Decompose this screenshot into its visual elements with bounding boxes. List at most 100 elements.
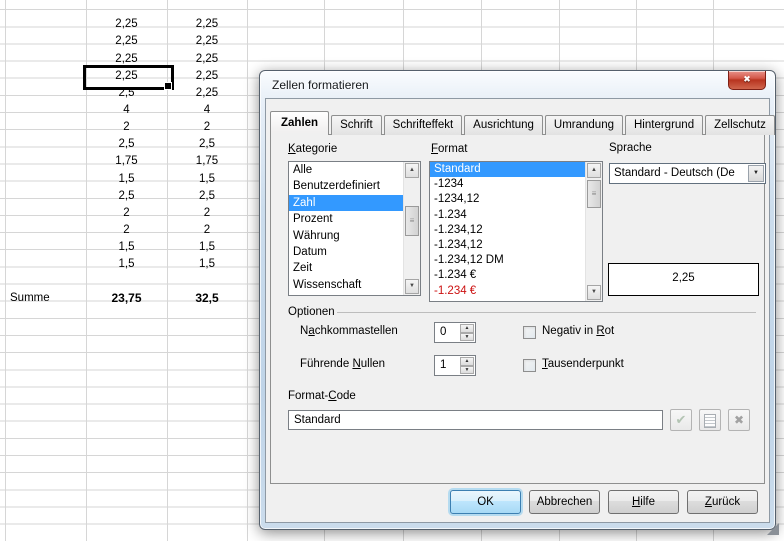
category-item[interactable]: Zahl xyxy=(289,195,403,211)
edit-comment-button[interactable] xyxy=(699,409,721,431)
options-group-label: Optionen xyxy=(288,306,335,318)
sheet-cell[interactable]: 2,5 xyxy=(86,136,167,153)
language-value: Standard - Deutsch (De xyxy=(614,164,747,183)
sheet-cell[interactable]: 1,5 xyxy=(86,256,167,273)
negative-red-checkbox[interactable] xyxy=(523,326,536,339)
chevron-down-icon[interactable]: ▼ xyxy=(748,165,764,182)
sheet-cell[interactable]: 1,75 xyxy=(86,153,167,170)
sheet-cell[interactable]: 2 xyxy=(167,119,247,136)
page-icon xyxy=(704,414,716,428)
selection-fill-handle[interactable] xyxy=(164,82,172,90)
confirm-button[interactable]: ✔ xyxy=(670,409,692,431)
leading-zeros-value: 1 xyxy=(440,356,446,375)
close-button[interactable]: ✖ xyxy=(728,71,766,90)
close-icon: ✖ xyxy=(743,74,751,84)
category-item[interactable]: Alle xyxy=(289,162,403,178)
sheet-cell[interactable]: 1,5 xyxy=(167,256,247,273)
sheet-cell[interactable]: 1,5 xyxy=(167,171,247,188)
tab-page-zahlen: Kategorie AlleBenutzerdefiniertZahlProze… xyxy=(270,134,765,484)
resize-grip[interactable] xyxy=(767,523,779,535)
scroll-down-icon[interactable]: ▼ xyxy=(405,279,419,294)
sheet-cell[interactable]: 2 xyxy=(86,222,167,239)
format-cells-dialog: Zellen formatieren ✖ ZahlenSchriftSchrif… xyxy=(259,70,776,530)
format-item[interactable]: -1.234 xyxy=(430,208,585,223)
language-label: Sprache xyxy=(609,142,652,154)
language-select[interactable]: Standard - Deutsch (De ▼ xyxy=(609,163,766,184)
cancel-button[interactable]: Abbrechen xyxy=(529,490,600,514)
format-item[interactable]: -1.234 € xyxy=(430,268,585,283)
tab-schrift[interactable]: Schrift xyxy=(331,115,382,135)
dialog-title: Zellen formatieren xyxy=(272,78,369,92)
category-item[interactable]: Prozent xyxy=(289,211,403,227)
sheet-cell[interactable]: 2,25 xyxy=(167,68,247,85)
scrollbar-thumb[interactable]: ≡ xyxy=(587,180,601,208)
category-item[interactable]: Benutzerdefiniert xyxy=(289,178,403,194)
scrollbar-thumb[interactable]: ≡ xyxy=(405,206,419,236)
sheet-cell[interactable]: 1,5 xyxy=(86,171,167,188)
thousands-label[interactable]: Tausenderpunkt xyxy=(542,358,624,370)
format-item[interactable]: -1.234,12 xyxy=(430,223,585,238)
format-item[interactable]: -1.234,12 xyxy=(430,238,585,253)
category-listbox[interactable]: AlleBenutzerdefiniertZahlProzentWährungD… xyxy=(288,161,421,296)
spin-down-icon[interactable]: ▼ xyxy=(460,366,474,375)
format-scrollbar[interactable]: ▲ ≡ ▼ xyxy=(585,162,602,301)
sheet-cell[interactable]: 2 xyxy=(167,222,247,239)
format-item[interactable]: -1234 xyxy=(430,177,585,192)
decimals-stepper[interactable]: 0 ▲ ▼ xyxy=(434,322,476,343)
format-item[interactable]: Standard xyxy=(430,162,585,177)
scroll-up-icon[interactable]: ▲ xyxy=(405,163,419,178)
sheet-cell[interactable]: 2,5 xyxy=(167,136,247,153)
scroll-down-icon[interactable]: ▼ xyxy=(587,285,601,300)
tab-umrandung[interactable]: Umrandung xyxy=(545,115,623,135)
x-icon: ✖ xyxy=(734,413,744,427)
grid-vline xyxy=(5,0,6,541)
help-button[interactable]: Hilfe xyxy=(608,490,679,514)
sheet-cell[interactable]: 2,25 xyxy=(167,33,247,50)
spin-up-icon[interactable]: ▲ xyxy=(460,357,474,366)
category-item[interactable]: Währung xyxy=(289,228,403,244)
tab-ausrichtung[interactable]: Ausrichtung xyxy=(464,115,543,135)
ok-button[interactable]: OK xyxy=(450,490,521,514)
sheet-cell[interactable]: 2 xyxy=(167,205,247,222)
sheet-cell[interactable]: 2,25 xyxy=(86,33,167,50)
back-button[interactable]: Zurück xyxy=(687,490,758,514)
format-item[interactable]: -1.234,12 DM xyxy=(430,253,585,268)
format-label: Format xyxy=(431,143,467,155)
sheet-cell[interactable]: 2,25 xyxy=(167,51,247,68)
sheet-cell[interactable]: 4 xyxy=(86,102,167,119)
category-item[interactable]: Zeit xyxy=(289,260,403,276)
tab-schrifteffekt[interactable]: Schrifteffekt xyxy=(384,115,463,135)
sheet-cell[interactable]: 2,25 xyxy=(86,16,167,33)
sheet-cell[interactable]: 2,25 xyxy=(167,85,247,102)
spin-up-icon[interactable]: ▲ xyxy=(460,324,474,333)
sheet-cell[interactable]: 2 xyxy=(86,205,167,222)
delete-button[interactable]: ✖ xyxy=(728,409,750,431)
sheet-cell[interactable]: 1,5 xyxy=(86,239,167,256)
category-item[interactable]: Datum xyxy=(289,244,403,260)
sum-cell-b[interactable]: 23,75 xyxy=(86,290,167,307)
sheet-cell[interactable]: 2,5 xyxy=(86,188,167,205)
sum-cell-c[interactable]: 32,5 xyxy=(167,290,247,307)
format-preview: 2,25 xyxy=(608,263,759,296)
sheet-cell[interactable]: 2,5 xyxy=(167,188,247,205)
sheet-cell[interactable]: 4 xyxy=(167,102,247,119)
tab-zellschutz[interactable]: Zellschutz xyxy=(705,115,775,135)
sheet-cell[interactable]: 2,25 xyxy=(167,16,247,33)
format-item[interactable]: -1234,12 xyxy=(430,192,585,207)
tab-hintergrund[interactable]: Hintergrund xyxy=(625,115,703,135)
scroll-up-icon[interactable]: ▲ xyxy=(587,163,601,178)
format-item[interactable]: -1.234 € xyxy=(430,284,585,299)
format-listbox[interactable]: Standard-1234-1234,12-1.234-1.234,12-1.2… xyxy=(429,161,603,302)
spin-down-icon[interactable]: ▼ xyxy=(460,333,474,342)
negative-red-label[interactable]: Negativ in Rot xyxy=(542,325,614,337)
sum-label-cell[interactable]: Summe xyxy=(5,290,86,307)
category-scrollbar[interactable]: ▲ ≡ ▼ xyxy=(403,162,420,295)
tab-zahlen[interactable]: Zahlen xyxy=(270,111,329,135)
leading-zeros-stepper[interactable]: 1 ▲ ▼ xyxy=(434,355,476,376)
sheet-cell[interactable]: 1,5 xyxy=(167,239,247,256)
category-item[interactable]: Wissenschaft xyxy=(289,277,403,293)
sheet-cell[interactable]: 2 xyxy=(86,119,167,136)
sheet-cell[interactable]: 1,75 xyxy=(167,153,247,170)
thousands-checkbox[interactable] xyxy=(523,359,536,372)
format-code-input[interactable]: Standard xyxy=(288,410,663,430)
